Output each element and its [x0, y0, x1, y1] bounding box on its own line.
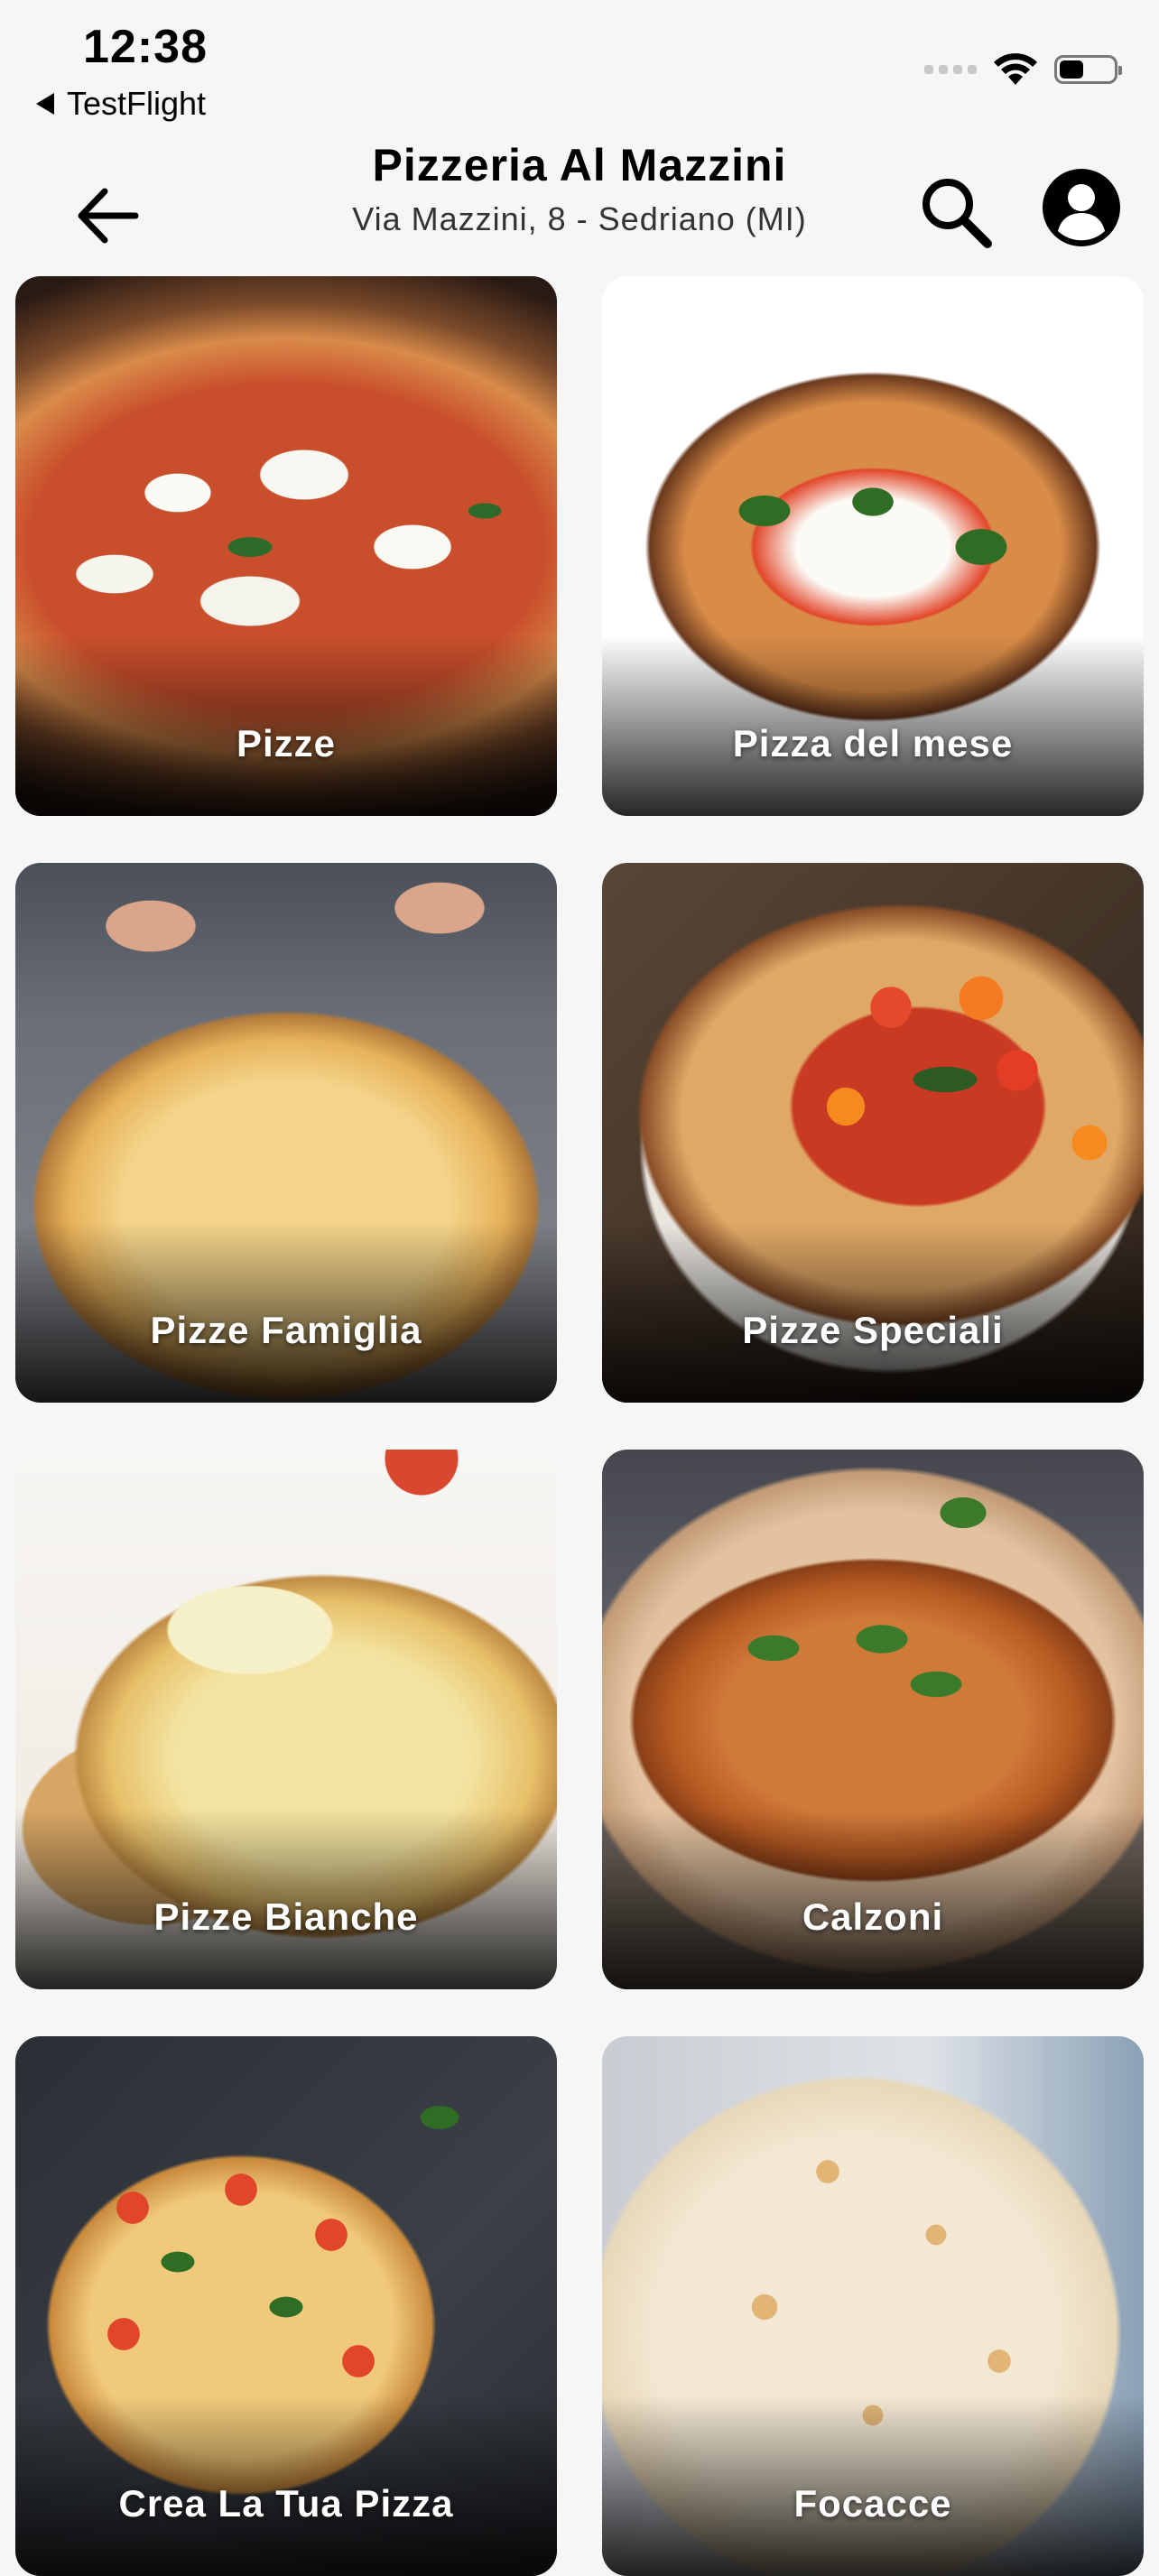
category-label: Calzoni: [802, 1895, 944, 1938]
battery-icon: [1054, 55, 1122, 84]
account-icon[interactable]: [1042, 168, 1121, 247]
status-bar: 12:38 TestFlight: [0, 0, 1159, 135]
back-app-label: TestFlight: [67, 85, 207, 122]
category-card-pizze-bianche[interactable]: Pizze Bianche: [15, 1450, 557, 1989]
status-time: 12:38: [83, 21, 208, 73]
category-label: Focacce: [793, 2482, 952, 2525]
app-header: Pizzeria Al Mazzini Via Mazzini, 8 - Sed…: [0, 135, 1159, 271]
wifi-icon: [994, 53, 1037, 85]
category-label: Pizze: [236, 722, 337, 764]
category-grid: Pizze Pizza del mese Pizze Famiglia Pizz…: [15, 276, 1144, 2576]
category-card-pizze-famiglia[interactable]: Pizze Famiglia: [15, 863, 557, 1403]
status-icons: [924, 52, 1122, 87]
back-to-app-link[interactable]: TestFlight: [36, 85, 206, 123]
category-card-focacce[interactable]: Focacce: [602, 2036, 1144, 2576]
category-card-pizza-del-mese[interactable]: Pizza del mese: [602, 276, 1144, 816]
category-card-calzoni[interactable]: Calzoni: [602, 1450, 1144, 1989]
category-card-pizze[interactable]: Pizze: [15, 276, 557, 816]
category-label: Pizze Bianche: [153, 1895, 419, 1938]
category-label: Pizze Speciali: [742, 1309, 1004, 1351]
search-icon[interactable]: [917, 173, 995, 251]
category-card-pizze-speciali[interactable]: Pizze Speciali: [602, 863, 1144, 1403]
category-label: Pizza del mese: [732, 722, 1014, 764]
category-label: Pizze Famiglia: [150, 1309, 422, 1351]
signal-icon: [924, 65, 977, 74]
category-label: Crea La Tua Pizza: [118, 2482, 454, 2525]
category-card-crea-la-tua-pizza[interactable]: Crea La Tua Pizza: [15, 2036, 557, 2576]
back-triangle-icon: [36, 93, 54, 115]
